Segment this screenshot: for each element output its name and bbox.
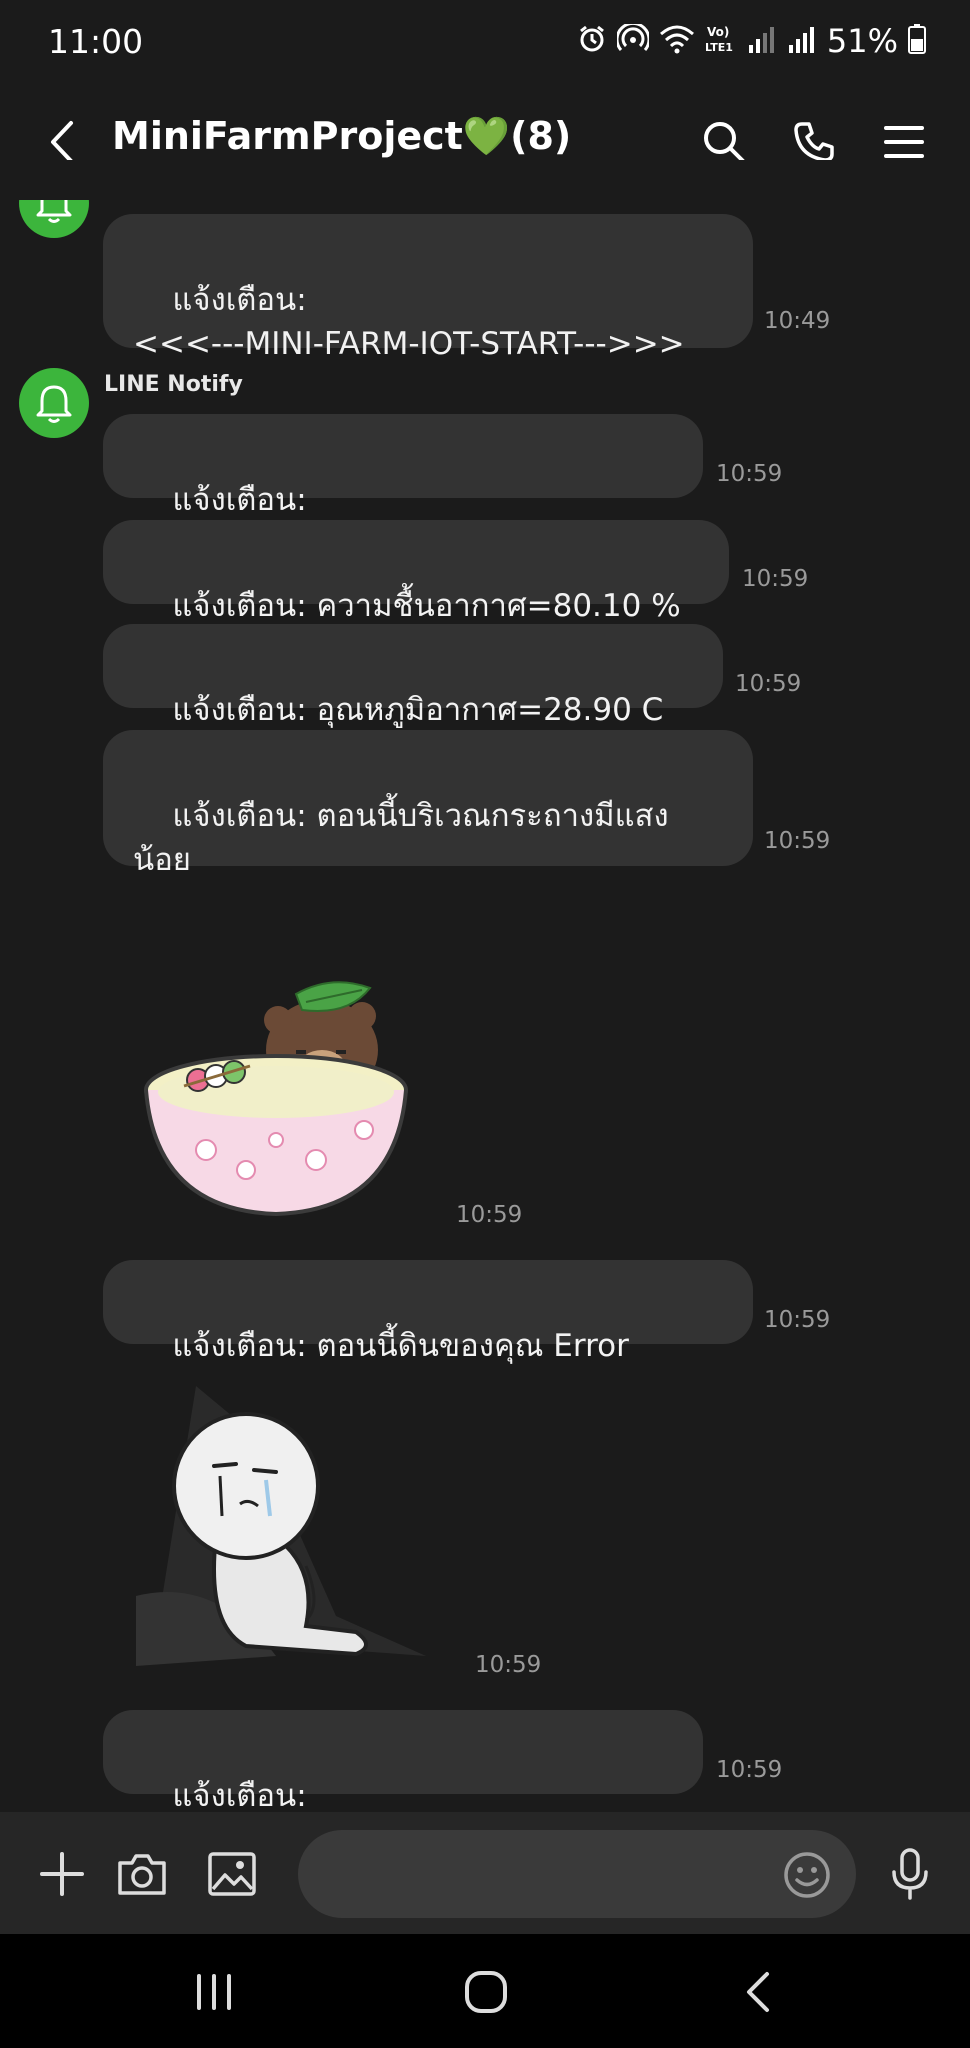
back-arrow-icon	[51, 121, 73, 163]
sender-name: LINE Notify	[104, 372, 243, 397]
message-time: 10:59	[764, 828, 831, 854]
status-bar: 11:00 Vo) LTE1 51%	[0, 0, 970, 80]
signal-icon	[787, 25, 817, 57]
nav-back-button[interactable]	[726, 1962, 790, 2022]
status-time: 11:00	[48, 22, 144, 61]
chat-title[interactable]: MiniFarmProject💚(8)	[112, 114, 571, 159]
svg-text:LTE1: LTE1	[705, 41, 733, 54]
recent-apps-button[interactable]	[182, 1962, 246, 2022]
bear-in-bowl-sticker[interactable]	[136, 980, 416, 1220]
message-bubble[interactable]: แจ้งเตือน: >>>>>>>>>>>>>>>>>>>>	[103, 1710, 703, 1858]
voice-button[interactable]	[880, 1844, 940, 1904]
message-time: 10:59	[735, 671, 802, 697]
signal-icon	[747, 25, 777, 57]
svg-text:Vo): Vo)	[707, 25, 729, 39]
add-button[interactable]	[32, 1844, 92, 1904]
search-icon	[704, 122, 745, 163]
sender-avatar[interactable]	[19, 368, 89, 438]
alarm-icon	[577, 24, 607, 58]
message-time: 10:49	[764, 308, 831, 334]
emoji-icon	[784, 1852, 830, 1898]
phone-icon	[794, 122, 834, 162]
wifi-icon	[659, 24, 695, 58]
menu-icon	[884, 126, 924, 158]
plus-icon	[40, 1852, 84, 1896]
message-time: 10:59	[456, 1202, 523, 1228]
message-bubble[interactable]: แจ้งเตือน: ตอนนี้บริเวณกระถางมีแสง น้อย	[103, 730, 753, 878]
image-icon	[208, 1852, 256, 1896]
camera-button[interactable]	[112, 1844, 172, 1904]
message-text: แจ้งเตือน: ตอนนี้บริเวณกระถางมีแสง น้อย	[133, 798, 669, 878]
message-text: แจ้งเตือน: ตอนนี้ดินของคุณ Error	[172, 1328, 629, 1364]
message-time: 10:59	[716, 461, 783, 487]
home-button[interactable]	[454, 1962, 518, 2022]
message-text: แจ้งเตือน: อุณหภูมิอากาศ=28.90 C	[172, 692, 664, 728]
system-nav-bar	[0, 1934, 970, 2048]
emoji-button[interactable]	[782, 1850, 832, 1900]
home-icon	[465, 1971, 507, 2013]
message-text: แจ้งเตือน: ความชื้นอากาศ=80.10 %	[172, 588, 681, 624]
message-time: 10:59	[716, 1757, 783, 1783]
message-bubble[interactable]: แจ้งเตือน: <<<---MINI-FARM-IOT-START--->…	[103, 214, 753, 362]
message-text: แจ้งเตือน: <<<---MINI-FARM-IOT-START--->…	[133, 282, 685, 362]
message-input-bar	[0, 1812, 970, 1934]
recent-apps-icon	[197, 1974, 231, 2010]
camera-icon	[118, 1854, 166, 1895]
message-bubble[interactable]: แจ้งเตือน: อุณหภูมิอากาศ=28.90 C	[103, 624, 723, 728]
battery-percent: 51%	[826, 22, 898, 60]
message-bubble[interactable]: แจ้งเตือน: ตอนนี้ดินของคุณ Error	[103, 1260, 753, 1364]
crying-character-sticker[interactable]	[136, 1376, 426, 1676]
message-input[interactable]	[298, 1830, 856, 1918]
gallery-button[interactable]	[202, 1844, 262, 1904]
back-icon	[747, 1972, 769, 2012]
message-bubble[interactable]: แจ้งเตือน: ความชื้นอากาศ=80.10 %	[103, 520, 729, 624]
hotspot-icon	[615, 21, 651, 58]
bell-icon	[36, 385, 72, 423]
status-icons: Vo) LTE1 51%	[577, 21, 926, 60]
message-time: 10:59	[742, 566, 809, 592]
microphone-icon	[892, 1848, 928, 1900]
message-bubble[interactable]: แจ้งเตือน: >>>>>>>>>>>>>>>>>>>>	[103, 414, 703, 562]
message-time: 10:59	[475, 1652, 542, 1678]
message-time: 10:59	[764, 1307, 831, 1333]
battery-icon	[908, 24, 926, 58]
volte-icon: Vo) LTE1	[705, 23, 737, 59]
